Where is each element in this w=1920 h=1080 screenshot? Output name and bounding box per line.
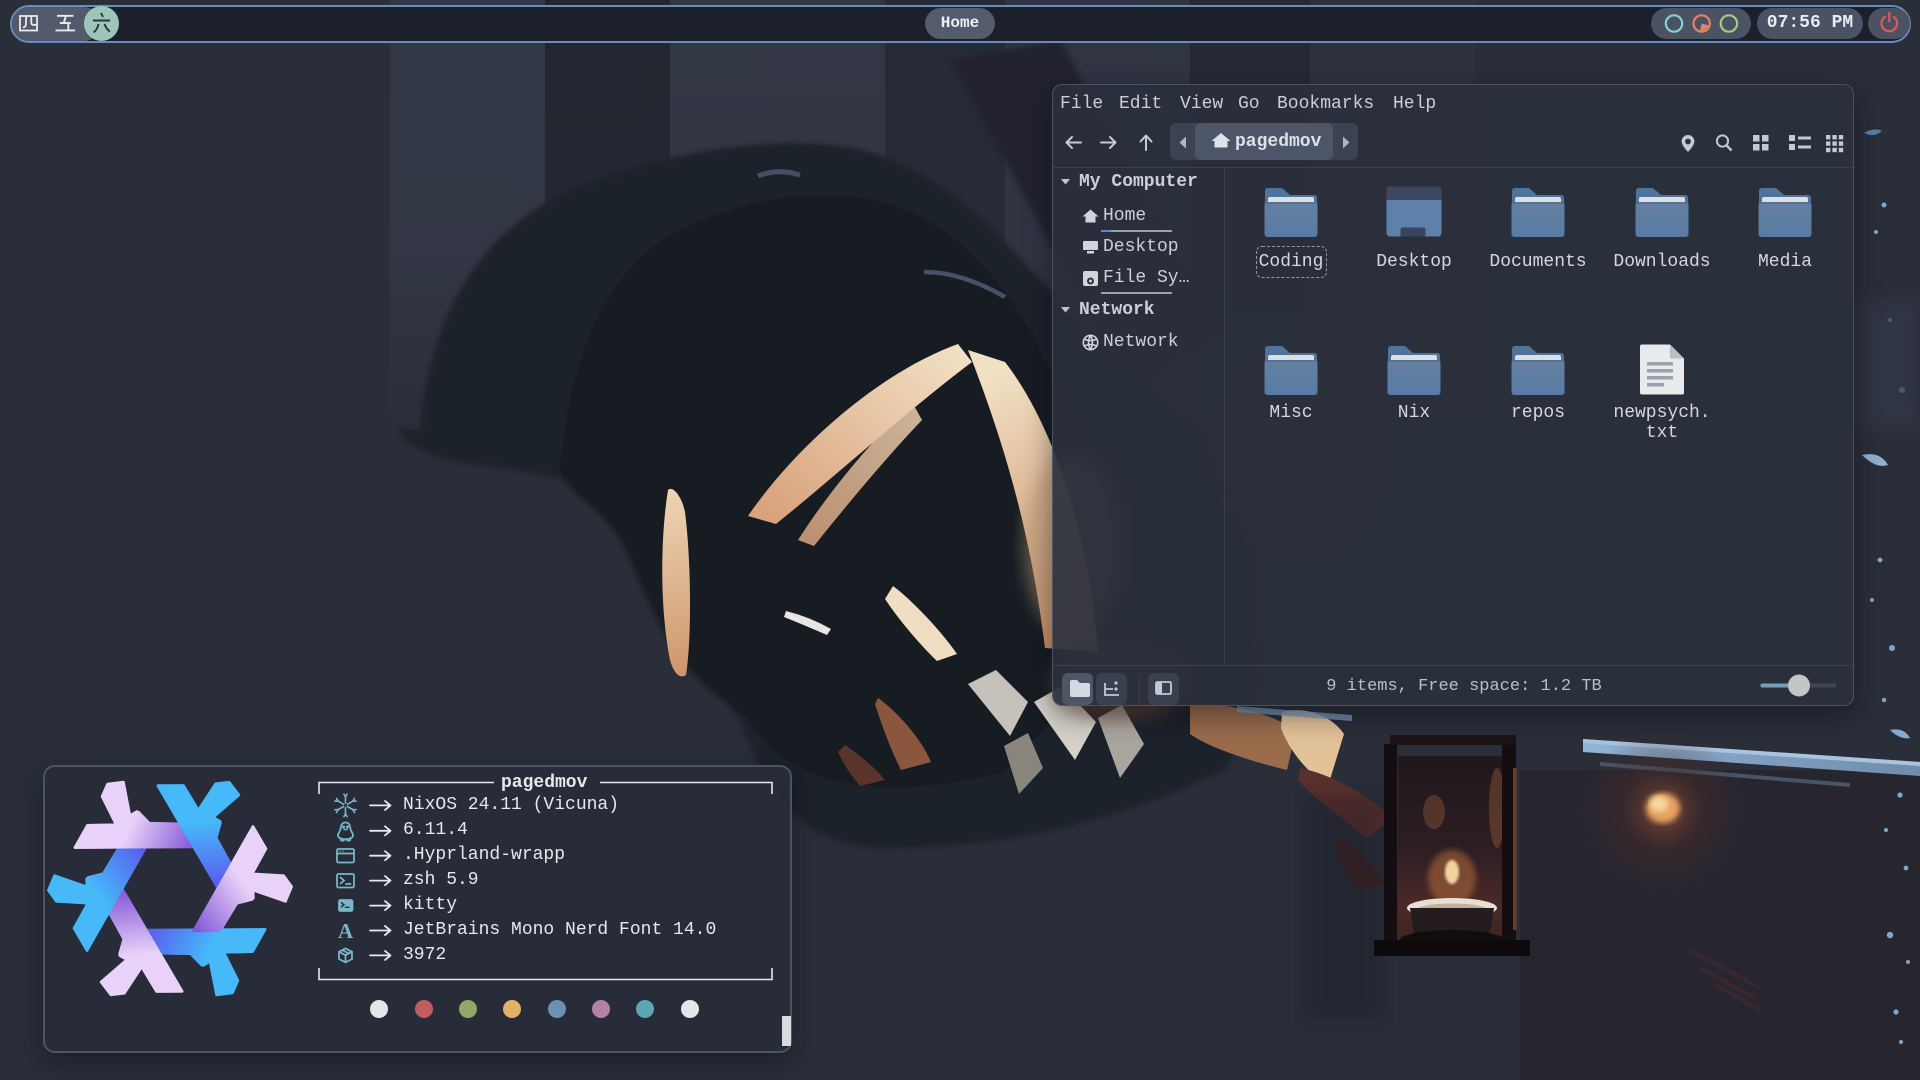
svg-text:A: A (338, 919, 354, 943)
